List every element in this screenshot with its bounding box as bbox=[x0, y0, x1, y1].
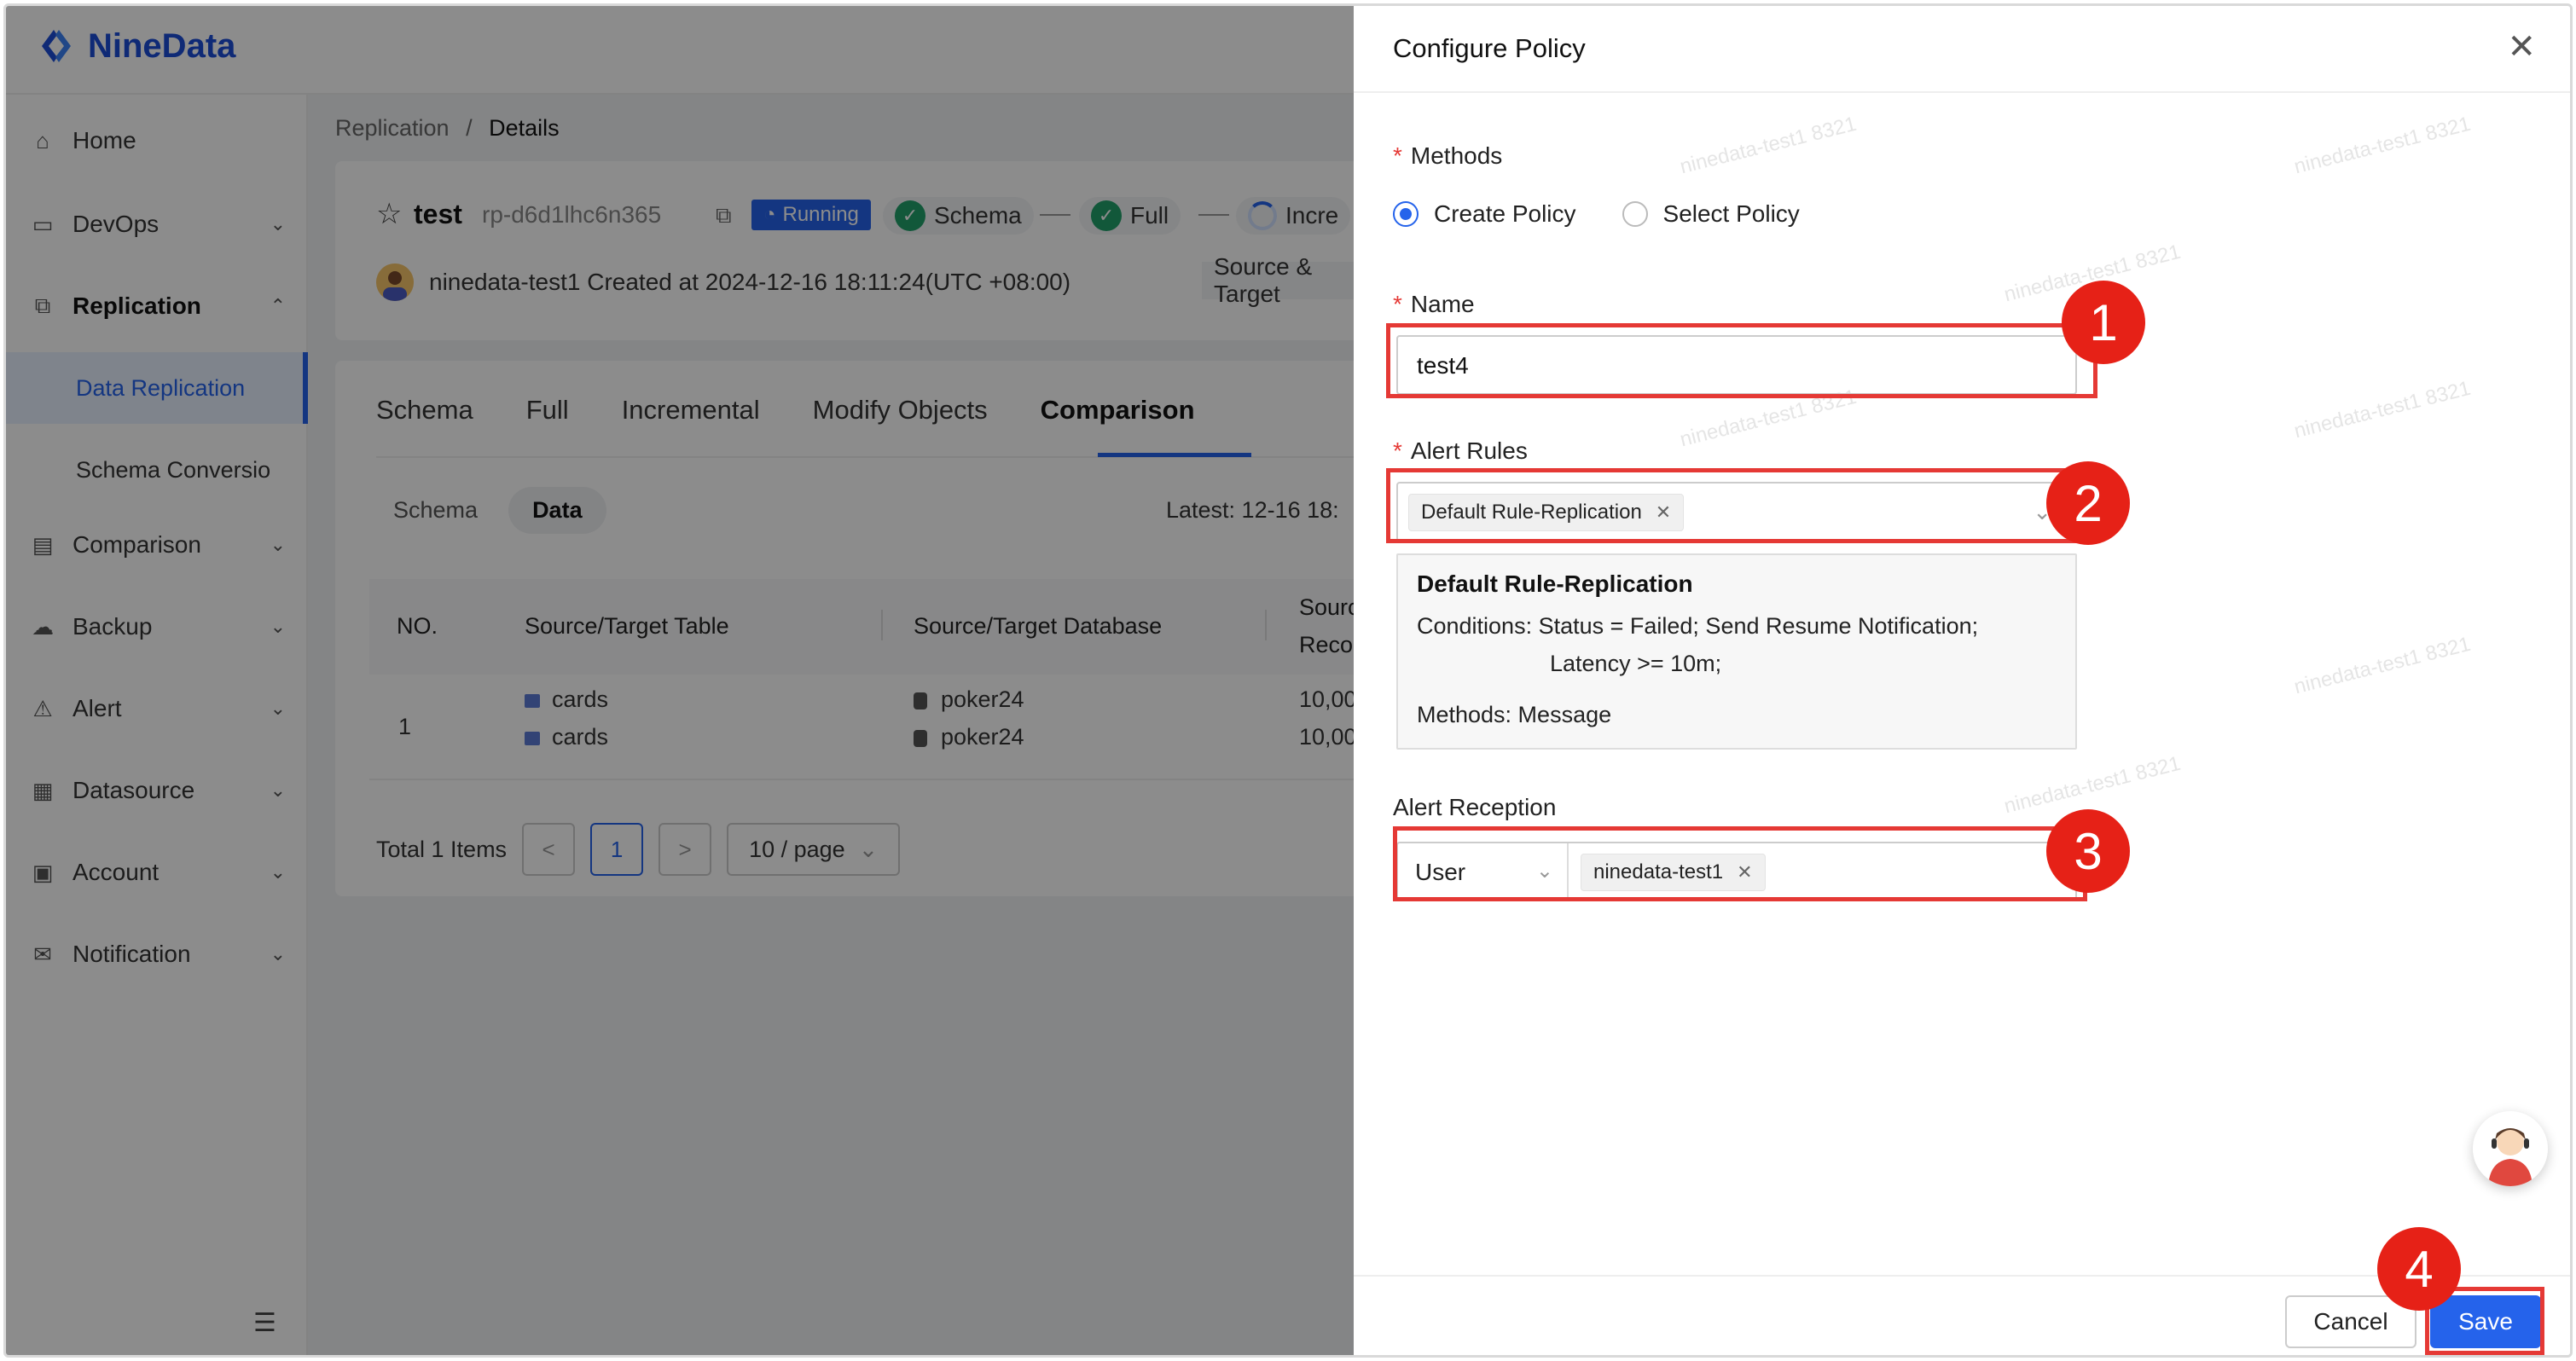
watermark: ninedata-test1 8321 bbox=[2291, 632, 2474, 699]
alert-reception-label: Alert Reception bbox=[1393, 794, 1557, 820]
radio-checked-icon bbox=[1393, 201, 1419, 227]
support-agent-icon bbox=[2473, 1111, 2548, 1186]
required-marker: * bbox=[1393, 291, 1402, 317]
close-icon[interactable]: ✕ bbox=[2507, 30, 2536, 64]
methods-label: * Methods bbox=[1393, 142, 1502, 170]
annotation-badge-1: 1 bbox=[2062, 281, 2145, 364]
radio-select-policy[interactable]: Select Policy bbox=[1622, 200, 1800, 228]
rule-conditions-latency: Latency >= 10m; bbox=[1550, 651, 1722, 676]
highlight-box-alert-rules bbox=[1386, 468, 2086, 543]
radio-create-policy[interactable]: Create Policy bbox=[1393, 200, 1576, 228]
rule-conditions: Conditions: Status = Failed; Send Resume… bbox=[1417, 613, 1979, 639]
required-marker: * bbox=[1393, 437, 1402, 464]
methods-radio-group: Create Policy Select Policy bbox=[1393, 200, 1800, 228]
screen: NineData ⌂ Home ▭ DevOps ⌄ ⧉ Replication… bbox=[3, 3, 2573, 1358]
annotation-badge-3: 3 bbox=[2046, 809, 2130, 893]
methods-label-text: Methods bbox=[1410, 142, 1503, 169]
watermark: ninedata-test1 8321 bbox=[2291, 376, 2474, 443]
watermark: ninedata-test1 8321 bbox=[2291, 112, 2474, 179]
radio-label: Select Policy bbox=[1662, 200, 1800, 227]
drawer-title: Configure Policy bbox=[1393, 33, 1586, 63]
drawer-header: Configure Policy ✕ bbox=[1354, 6, 2570, 93]
annotation-badge-4: 4 bbox=[2377, 1227, 2461, 1311]
name-label: * Name bbox=[1393, 291, 1475, 318]
required-marker: * bbox=[1393, 142, 1402, 169]
annotation-badge-2: 2 bbox=[2046, 461, 2130, 545]
customer-support-avatar[interactable] bbox=[2473, 1111, 2548, 1186]
rule-methods: Methods: Message bbox=[1417, 702, 1612, 727]
modal-mask[interactable] bbox=[6, 6, 1354, 1355]
alert-rules-label-text: Alert Rules bbox=[1410, 437, 1528, 464]
configure-policy-drawer: Configure Policy ✕ ninedata-test1 8321 n… bbox=[1354, 6, 2570, 1355]
highlight-box-name bbox=[1386, 323, 2097, 398]
watermark: ninedata-test1 8321 bbox=[1677, 112, 1859, 179]
name-label-text: Name bbox=[1410, 291, 1475, 317]
app-background: NineData ⌂ Home ▭ DevOps ⌄ ⧉ Replication… bbox=[6, 6, 1384, 1355]
highlight-box-alert-reception bbox=[1393, 826, 2087, 901]
radio-unchecked-icon bbox=[1622, 201, 1648, 227]
rule-detail-card: Default Rule-Replication Conditions: Sta… bbox=[1396, 553, 2077, 750]
radio-label: Create Policy bbox=[1434, 200, 1576, 227]
alert-rules-label: * Alert Rules bbox=[1393, 437, 1528, 465]
rule-detail-title: Default Rule-Replication bbox=[1417, 570, 1693, 597]
